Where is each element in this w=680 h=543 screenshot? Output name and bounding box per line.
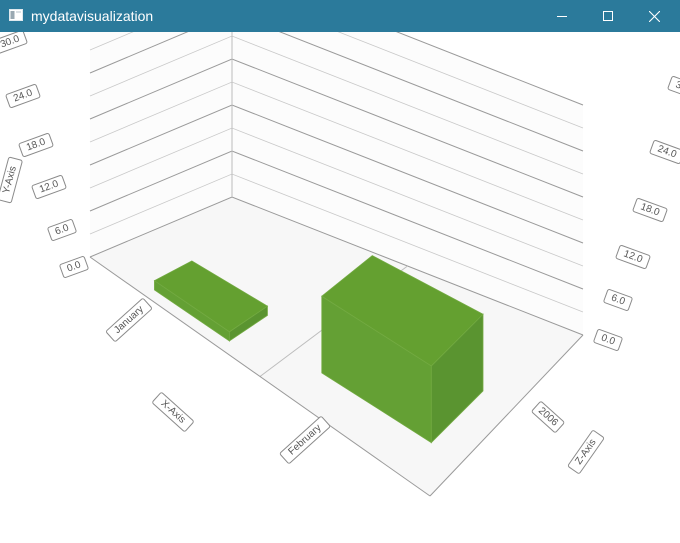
- y-tick-label-left: 0.0: [59, 256, 89, 278]
- x-category-label: February: [279, 416, 331, 464]
- y-tick-label-right: 0.0: [593, 329, 623, 351]
- y-tick-label-right: 24.0: [649, 140, 680, 164]
- app-window-icon: [9, 9, 23, 21]
- x-category-label: January: [106, 298, 152, 342]
- close-icon: [648, 10, 660, 22]
- minimize-icon: [557, 16, 567, 17]
- y-tick-label-right: 12.0: [615, 245, 651, 269]
- y-tick-label-right: 6.0: [603, 289, 633, 311]
- x-axis-title: X-Axis: [152, 392, 194, 432]
- minimize-button[interactable]: [539, 0, 585, 32]
- y-tick-label-right: 30.0: [667, 76, 680, 100]
- close-button[interactable]: [631, 0, 677, 32]
- y-tick-label-left: 6.0: [47, 219, 77, 241]
- x-category-label-text: February: [286, 423, 323, 458]
- y-tick-label-right: 18.0: [632, 198, 668, 222]
- bar-chart-3d[interactable]: 0.0 0.0 6.0 6.0 12.0 12.0 18.0 18.0 24.0 24.0 30.0…: [0, 32, 680, 543]
- y-tick-label-left: 18.0: [18, 133, 54, 157]
- maximize-icon: [603, 11, 613, 21]
- y-tick-label-left: 12.0: [31, 175, 67, 199]
- z-axis-title: Z-Axis: [567, 430, 605, 474]
- z-category-label: 2006: [531, 401, 565, 433]
- x-category-label-text: January: [112, 304, 146, 336]
- maximize-button[interactable]: [585, 0, 631, 32]
- y-axis-title: Y-Axis: [0, 156, 23, 204]
- title-bar[interactable]: mydatavisualization: [0, 0, 680, 32]
- window-title: mydatavisualization: [31, 8, 154, 24]
- y-tick-label-left: 24.0: [5, 84, 41, 108]
- app-window: mydatavisualization 0.0 0.0 6.0 6.0 12.0 12.0…: [0, 0, 680, 543]
- y-tick-label-left: 30.0: [0, 32, 28, 54]
